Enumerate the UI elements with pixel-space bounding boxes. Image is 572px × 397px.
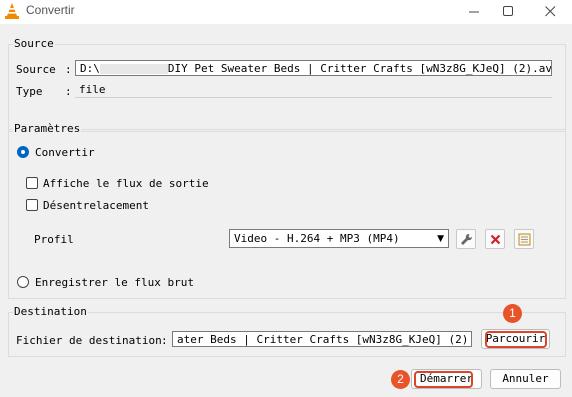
show-output-checkbox[interactable] — [26, 177, 38, 189]
dump-raw-label[interactable]: Enregistrer le flux brut — [35, 276, 194, 289]
dump-raw-radio[interactable] — [17, 276, 29, 288]
minimize-icon — [468, 11, 479, 12]
source-path-prefix: D:\ — [80, 62, 100, 75]
settings-group-title: Paramètres — [13, 122, 82, 135]
step-badge-1: 1 — [503, 304, 522, 323]
title-bar: Convertir — [0, 0, 572, 24]
edit-profile-button[interactable] — [456, 229, 476, 249]
source-label: Source — [16, 63, 56, 76]
deinterlace-checkbox[interactable] — [26, 199, 38, 211]
type-label: Type — [16, 85, 43, 98]
wrench-icon — [460, 233, 472, 245]
window-title: Convertir — [26, 3, 75, 17]
convert-radio[interactable] — [17, 146, 29, 158]
new-profile-button[interactable] — [514, 229, 534, 249]
destination-file-label: Fichier de destination — [16, 334, 162, 347]
destination-group-title: Destination — [13, 305, 88, 318]
profile-select[interactable]: Video - H.264 + MP3 (MP4) ▼ — [229, 229, 449, 248]
deinterlace-label[interactable]: Désentrelacement — [43, 199, 149, 212]
destination-file-value: ater Beds | Critter Crafts [wN3z8G_KJeQ]… — [177, 333, 472, 346]
vlc-cone-icon — [5, 3, 19, 19]
delete-profile-button[interactable] — [485, 229, 505, 249]
source-path-field[interactable]: D:\ DIY Pet Sweater Beds | Critter Crafts… — [75, 60, 552, 76]
source-colon: : — [65, 63, 72, 76]
show-output-label[interactable]: Affiche le flux de sortie — [43, 177, 209, 190]
dropdown-arrow-icon: ▼ — [437, 234, 444, 244]
destination-colon: : — [161, 334, 168, 347]
redacted-path — [99, 64, 168, 74]
convert-label[interactable]: Convertir — [35, 146, 95, 159]
cancel-label: Annuler — [502, 372, 549, 385]
close-icon — [544, 5, 555, 16]
dialog-client: Source Source : D:\ DIY Pet Sweater Beds … — [0, 24, 572, 397]
new-profile-icon — [518, 233, 530, 245]
close-button[interactable] — [530, 0, 570, 22]
type-value: file — [79, 83, 106, 96]
type-colon: : — [65, 85, 72, 98]
type-field: file — [75, 82, 552, 98]
cancel-button[interactable]: Annuler — [490, 369, 561, 389]
step-badge-2: 2 — [391, 370, 410, 389]
delete-icon — [490, 234, 500, 244]
browse-highlight — [485, 331, 547, 348]
maximize-icon — [502, 5, 513, 16]
source-group-title: Source — [13, 37, 55, 50]
source-path-suffix: DIY Pet Sweater Beds | Critter Crafts [w… — [167, 62, 552, 75]
maximize-button[interactable] — [488, 0, 528, 22]
start-highlight — [414, 371, 473, 388]
profile-label: Profil — [34, 233, 74, 246]
profile-value: Video - H.264 + MP3 (MP4) — [234, 232, 400, 245]
destination-file-field[interactable]: ater Beds | Critter Crafts [wN3z8G_KJeQ]… — [172, 331, 472, 347]
